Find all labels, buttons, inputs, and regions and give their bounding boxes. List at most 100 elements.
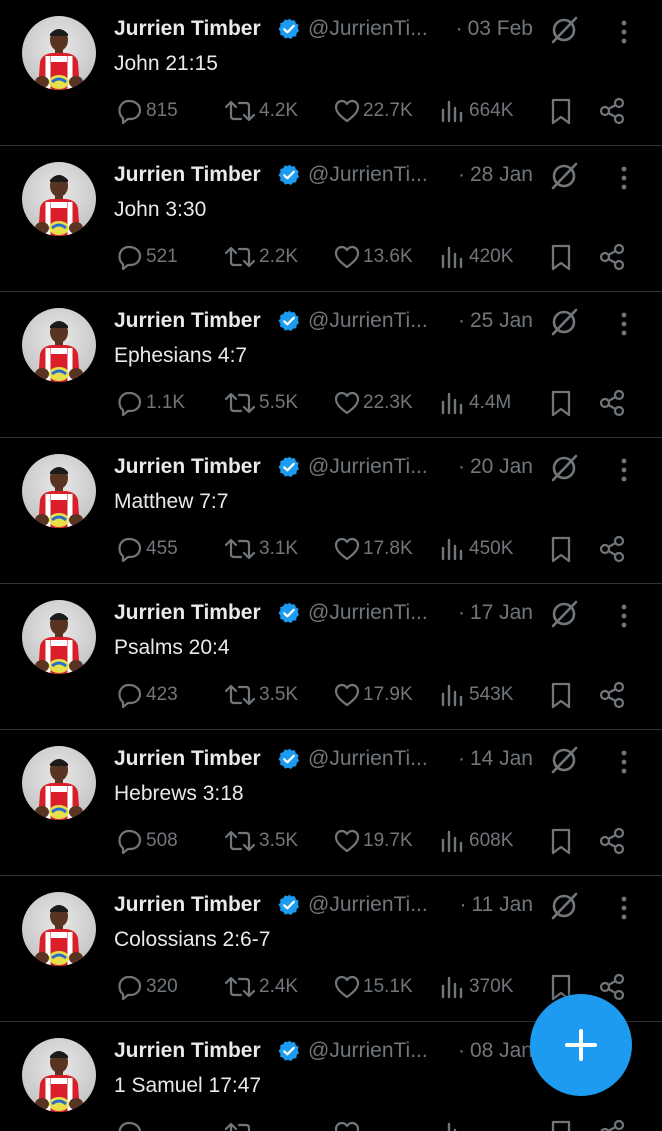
author-handle[interactable]: @JurrienTi... — [308, 601, 428, 625]
retweet-button[interactable]: 5.5K — [223, 388, 298, 418]
views-button[interactable]: 420K — [439, 242, 513, 272]
share-icon[interactable] — [598, 242, 626, 272]
avatar[interactable] — [22, 892, 96, 966]
like-button[interactable] — [333, 1118, 363, 1131]
like-button[interactable]: 19.7K — [333, 826, 413, 856]
author-handle[interactable]: @JurrienTi... — [308, 893, 428, 917]
tweet-date[interactable]: 08 Jan — [470, 1039, 533, 1063]
compose-button[interactable] — [530, 994, 632, 1096]
author-name[interactable]: Jurrien Timber — [114, 1039, 261, 1063]
timeline-feed[interactable]: Jurrien Timber @JurrienTi... · 03 Feb Jo… — [0, 0, 662, 1131]
tweet-card[interactable]: Jurrien Timber @JurrienTi... · 20 Jan Ma… — [0, 438, 662, 584]
share-icon[interactable] — [598, 96, 626, 126]
grok-icon[interactable] — [548, 890, 580, 922]
tweet-card[interactable]: Jurrien Timber @JurrienTi... · 17 Jan Ps… — [0, 584, 662, 730]
views-button[interactable]: 370K — [439, 972, 513, 1002]
tweet-card[interactable]: Jurrien Timber @JurrienTi... · 25 Jan Ep… — [0, 292, 662, 438]
share-icon[interactable] — [598, 534, 626, 564]
author-name[interactable]: Jurrien Timber — [114, 17, 261, 41]
reply-button[interactable] — [116, 1118, 146, 1131]
tweet-date[interactable]: 17 Jan — [470, 601, 533, 625]
grok-icon[interactable] — [548, 14, 580, 46]
reply-button[interactable]: 521 — [116, 242, 178, 272]
author-name[interactable]: Jurrien Timber — [114, 163, 261, 187]
reply-button[interactable]: 423 — [116, 680, 178, 710]
share-icon[interactable] — [598, 826, 626, 856]
retweet-button[interactable]: 3.1K — [223, 534, 298, 564]
grok-icon[interactable] — [548, 744, 580, 776]
author-handle[interactable]: @JurrienTi... — [308, 309, 428, 333]
reply-button[interactable]: 1.1K — [116, 388, 185, 418]
retweet-button[interactable]: 4.2K — [223, 96, 298, 126]
author-name[interactable]: Jurrien Timber — [114, 601, 261, 625]
reply-button[interactable]: 815 — [116, 96, 178, 126]
bookmark-icon[interactable] — [547, 534, 575, 564]
avatar[interactable] — [22, 308, 96, 382]
views-button[interactable]: 664K — [439, 96, 513, 126]
tweet-date[interactable]: 20 Jan — [470, 455, 533, 479]
tweet-card[interactable]: Jurrien Timber @JurrienTi... · 03 Feb Jo… — [0, 0, 662, 146]
author-name[interactable]: Jurrien Timber — [114, 455, 261, 479]
share-icon[interactable] — [598, 1118, 626, 1131]
tweet-date[interactable]: 25 Jan — [470, 309, 533, 333]
like-button[interactable]: 13.6K — [333, 242, 413, 272]
retweet-button[interactable]: 2.2K — [223, 242, 298, 272]
like-button[interactable]: 22.7K — [333, 96, 413, 126]
grok-icon[interactable] — [548, 452, 580, 484]
tweet-date[interactable]: 28 Jan — [470, 163, 533, 187]
share-icon[interactable] — [598, 680, 626, 710]
more-vertical-icon[interactable] — [612, 748, 636, 776]
views-button[interactable]: 4.4M — [439, 388, 511, 418]
like-button[interactable]: 17.8K — [333, 534, 413, 564]
author-handle[interactable]: @JurrienTi... — [308, 163, 428, 187]
grok-icon[interactable] — [548, 598, 580, 630]
tweet-card[interactable]: Jurrien Timber @JurrienTi... · 28 Jan Jo… — [0, 146, 662, 292]
more-vertical-icon[interactable] — [612, 164, 636, 192]
views-button[interactable]: 608K — [439, 826, 513, 856]
avatar[interactable] — [22, 1038, 96, 1112]
author-name[interactable]: Jurrien Timber — [114, 747, 261, 771]
author-handle[interactable]: @JurrienTi... — [308, 747, 428, 771]
bookmark-icon[interactable] — [547, 826, 575, 856]
more-vertical-icon[interactable] — [612, 894, 636, 922]
grok-icon[interactable] — [548, 160, 580, 192]
retweet-button[interactable]: 2.4K — [223, 972, 298, 1002]
bookmark-icon[interactable] — [547, 388, 575, 418]
grok-icon[interactable] — [548, 306, 580, 338]
retweet-button[interactable] — [223, 1118, 259, 1131]
author-name[interactable]: Jurrien Timber — [114, 893, 261, 917]
avatar[interactable] — [22, 600, 96, 674]
more-vertical-icon[interactable] — [612, 602, 636, 630]
views-button[interactable]: 543K — [439, 680, 513, 710]
tweet-card[interactable]: Jurrien Timber @JurrienTi... · 14 Jan He… — [0, 730, 662, 876]
more-vertical-icon[interactable] — [612, 18, 636, 46]
bookmark-icon[interactable] — [547, 96, 575, 126]
tweet-date[interactable]: 03 Feb — [468, 17, 533, 41]
tweet-date[interactable]: 14 Jan — [470, 747, 533, 771]
avatar[interactable] — [22, 162, 96, 236]
avatar[interactable] — [22, 16, 96, 90]
bookmark-icon[interactable] — [547, 1118, 575, 1131]
avatar[interactable] — [22, 454, 96, 528]
reply-button[interactable]: 455 — [116, 534, 178, 564]
like-button[interactable]: 15.1K — [333, 972, 413, 1002]
retweet-button[interactable]: 3.5K — [223, 680, 298, 710]
bookmark-icon[interactable] — [547, 242, 575, 272]
share-icon[interactable] — [598, 972, 626, 1002]
more-vertical-icon[interactable] — [612, 456, 636, 484]
author-handle[interactable]: @JurrienTi... — [308, 455, 428, 479]
author-name[interactable]: Jurrien Timber — [114, 309, 261, 333]
author-handle[interactable]: @JurrienTi... — [308, 17, 428, 41]
views-button[interactable]: 450K — [439, 534, 513, 564]
bookmark-icon[interactable] — [547, 680, 575, 710]
views-button[interactable] — [439, 1118, 469, 1131]
author-handle[interactable]: @JurrienTi... — [308, 1039, 428, 1063]
share-icon[interactable] — [598, 388, 626, 418]
like-button[interactable]: 22.3K — [333, 388, 413, 418]
reply-button[interactable]: 320 — [116, 972, 178, 1002]
like-button[interactable]: 17.9K — [333, 680, 413, 710]
avatar[interactable] — [22, 746, 96, 820]
reply-button[interactable]: 508 — [116, 826, 178, 856]
more-vertical-icon[interactable] — [612, 310, 636, 338]
retweet-button[interactable]: 3.5K — [223, 826, 298, 856]
